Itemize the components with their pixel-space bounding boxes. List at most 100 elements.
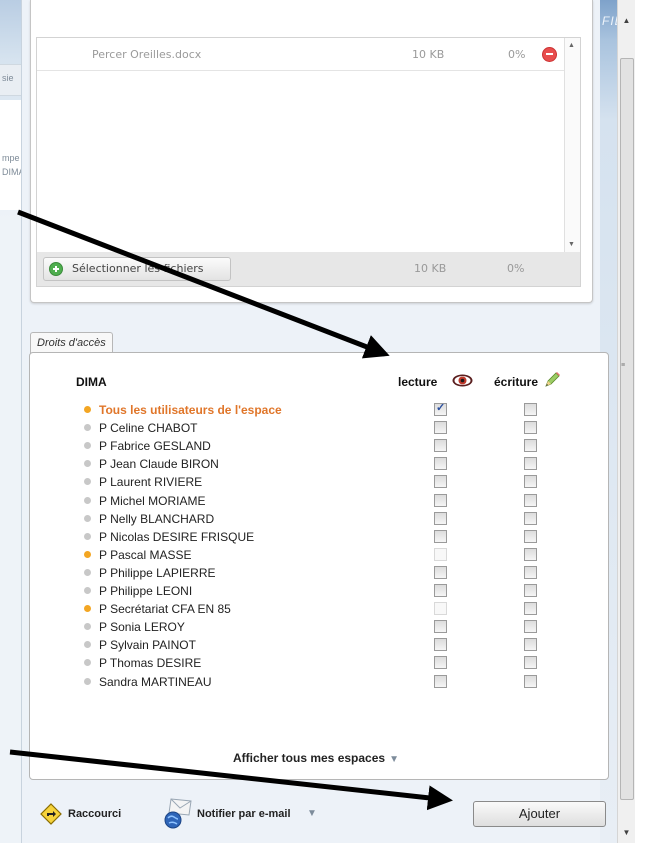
user-name: P Sylvain PAINOT — [99, 638, 196, 653]
write-checkbox[interactable] — [524, 620, 537, 634]
user-name: P Thomas DESIRE — [99, 656, 202, 671]
write-checkbox[interactable] — [524, 529, 537, 543]
file-list-scrollbar[interactable]: ▲ ▼ — [564, 38, 580, 252]
write-checkbox[interactable] — [524, 475, 537, 489]
show-all-spaces-link[interactable]: Afficher tous mes espaces ▼ — [233, 751, 399, 765]
write-checkbox[interactable] — [524, 565, 537, 579]
chevron-down-icon: ▼ — [389, 754, 399, 765]
email-notify-icon — [164, 798, 192, 829]
user-status-dot-icon — [84, 442, 91, 450]
file-name: Percer Oreilles.docx — [92, 48, 202, 61]
write-checkbox[interactable] — [524, 511, 537, 525]
shortcut-label: Raccourci — [68, 808, 122, 820]
file-row: Percer Oreilles.docx 10 KB 0% — [37, 38, 566, 71]
user-name: P Pascal MASSE — [99, 547, 192, 562]
read-checkbox[interactable] — [434, 529, 447, 543]
read-checkbox[interactable] — [434, 638, 447, 652]
user-row: P Sylvain PAINOT — [84, 636, 594, 653]
total-size: 10 KB — [414, 262, 447, 275]
user-name: P Michel MORIAME — [99, 493, 206, 508]
user-status-dot-icon — [84, 677, 91, 685]
select-files-button[interactable]: Sélectionner les fichiers — [43, 257, 231, 281]
read-checkbox[interactable] — [434, 493, 447, 507]
write-checkbox[interactable] — [524, 547, 537, 561]
user-row: P Philippe LAPIERRE — [84, 564, 594, 581]
user-name: P Nicolas DESIRE FRISQUE — [99, 529, 255, 544]
select-files-label: Sélectionner les fichiers — [72, 262, 204, 275]
read-checkbox[interactable] — [434, 511, 447, 525]
read-checkbox[interactable] — [434, 475, 447, 489]
user-status-dot-icon — [84, 514, 91, 522]
write-checkbox[interactable] — [524, 602, 537, 616]
file-size: 10 KB — [412, 48, 445, 61]
scrollbar-thumb[interactable] — [620, 58, 634, 800]
file-list: Percer Oreilles.docx 10 KB 0% ▲ ▼ — [36, 37, 581, 253]
upload-footer: Sélectionner les fichiers 10 KB 0% — [36, 252, 581, 287]
read-checkbox[interactable] — [434, 674, 447, 688]
user-row: P Pascal MASSE — [84, 546, 594, 563]
read-checkbox[interactable] — [434, 457, 447, 471]
chevron-down-icon: ▼ — [307, 808, 317, 819]
write-checkbox[interactable] — [524, 584, 537, 597]
bottom-bar: Raccourci Notifier par e-mail ▼ Ajouter — [30, 795, 610, 835]
access-rights-panel: DIMA lecture écriture Tous les utilisate… — [29, 352, 609, 780]
remove-file-icon[interactable] — [542, 47, 557, 62]
user-name: P Philippe LEONI — [99, 584, 193, 598]
read-checkbox[interactable] — [434, 439, 447, 453]
user-status-dot-icon — [84, 478, 91, 486]
user-row: P Thomas DESIRE — [84, 654, 594, 671]
read-checkbox[interactable] — [434, 565, 447, 579]
background-text-fragment: mpe — [2, 153, 20, 163]
read-column-header: lecture — [398, 375, 438, 389]
write-checkbox[interactable] — [524, 403, 537, 416]
user-status-dot-icon — [84, 424, 91, 432]
tab-access-rights[interactable]: Droits d'accès — [30, 332, 113, 354]
write-checkbox[interactable] — [524, 457, 537, 471]
user-name: P Philippe LAPIERRE — [99, 565, 216, 580]
scroll-down-arrow-icon[interactable]: ▼ — [568, 241, 575, 248]
user-row: P Michel MORIAME — [84, 492, 594, 509]
upload-panel: Percer Oreilles.docx 10 KB 0% ▲ ▼ Sélect… — [30, 0, 593, 303]
user-row: P Celine CHABOT — [84, 419, 594, 436]
user-status-dot-icon — [84, 641, 91, 649]
user-status-dot-icon — [84, 623, 91, 631]
user-status-dot-icon — [84, 550, 91, 558]
pencil-icon — [545, 372, 560, 387]
user-name: P Jean Claude BIRON — [99, 457, 219, 472]
user-name: Tous les utilisateurs de l'espace — [99, 403, 282, 417]
scroll-down-arrow-icon[interactable]: ▼ — [618, 824, 635, 841]
user-status-dot-icon — [84, 496, 91, 504]
file-progress: 0% — [508, 48, 526, 61]
background-text-fragment: sie — [2, 73, 14, 83]
read-checkbox[interactable] — [434, 421, 447, 435]
user-row: P Nicolas DESIRE FRISQUE — [84, 528, 594, 545]
read-checkbox[interactable] — [434, 584, 447, 597]
user-name: P Laurent RIVIERE — [99, 475, 203, 490]
eye-icon — [452, 374, 473, 387]
write-column-header: écriture — [494, 375, 539, 389]
add-button[interactable]: Ajouter — [473, 801, 606, 827]
scroll-up-arrow-icon[interactable]: ▲ — [568, 42, 575, 49]
user-status-dot-icon — [84, 460, 91, 468]
write-checkbox[interactable] — [524, 638, 537, 652]
user-status-dot-icon — [84, 605, 91, 613]
user-status-dot-icon — [84, 587, 91, 594]
write-checkbox[interactable] — [524, 674, 537, 688]
read-checkbox[interactable] — [434, 656, 447, 670]
page-scrollbar[interactable]: ▲ ≡ ▼ — [617, 0, 635, 843]
user-row: P Fabrice GESLAND — [84, 437, 594, 454]
read-checkbox[interactable] — [434, 401, 447, 416]
write-checkbox[interactable] — [524, 656, 537, 670]
read-checkbox[interactable] — [434, 620, 447, 634]
user-row: P Secrétariat CFA EN 85 — [84, 600, 594, 617]
user-name: P Sonia LEROY — [99, 620, 185, 635]
write-checkbox[interactable] — [524, 439, 537, 453]
user-name: P Fabrice GESLAND — [99, 439, 211, 454]
write-checkbox[interactable] — [524, 421, 537, 435]
show-all-spaces-label: Afficher tous mes espaces — [233, 751, 386, 765]
shortcut-icon — [40, 803, 62, 825]
user-row: P Philippe LEONI — [84, 582, 594, 599]
scroll-up-arrow-icon[interactable]: ▲ — [618, 12, 635, 29]
write-checkbox[interactable] — [524, 493, 537, 507]
user-name: P Secrétariat CFA EN 85 — [99, 602, 231, 617]
